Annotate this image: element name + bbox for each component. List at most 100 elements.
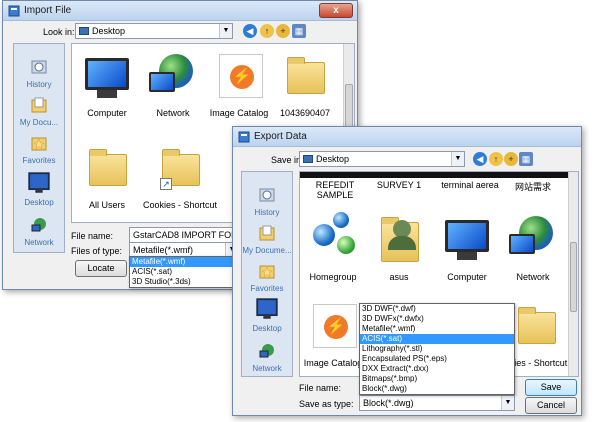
- file-item-image-catalog[interactable]: ⚡ Image Catalog: [300, 302, 366, 368]
- type-option[interactable]: Lithography(*.stl): [360, 344, 514, 354]
- file-label: Image Catalog: [303, 358, 363, 368]
- file-item-network[interactable]: Network: [140, 52, 206, 118]
- file-item-website-requirements[interactable]: 网站需求: [500, 180, 566, 193]
- file-item-1043690407[interactable]: 1043690407: [272, 52, 338, 118]
- place-label: Desktop: [252, 324, 282, 333]
- type-option[interactable]: ACIS(*.sat): [360, 334, 514, 344]
- file-item-computer[interactable]: Computer: [434, 208, 500, 282]
- favorites-icon: [259, 265, 275, 279]
- files-of-type-value: Metafile(*.wmf): [133, 245, 194, 255]
- place-favorites[interactable]: Favorites: [14, 134, 64, 165]
- type-option[interactable]: Encapsulated PS(*.eps): [360, 354, 514, 364]
- place-label: History: [254, 208, 280, 217]
- file-item-terminal-aerea[interactable]: terminal aerea: [434, 180, 506, 190]
- type-option[interactable]: DXX Extract(*.dxx): [360, 364, 514, 374]
- export-title-bar[interactable]: Export Data: [233, 127, 581, 147]
- type-option[interactable]: 3D DWF(*.dwf): [360, 304, 514, 314]
- export-scrollbar[interactable]: [568, 172, 578, 376]
- place-desktop[interactable]: Desktop: [242, 298, 292, 333]
- up-folder-icon[interactable]: ↑: [260, 24, 274, 38]
- type-option[interactable]: 3D Studio(*.3ds): [130, 277, 238, 287]
- place-label: Network: [252, 364, 282, 373]
- type-option[interactable]: Metafile(*.wmf): [130, 257, 238, 267]
- up-folder-icon[interactable]: ↑: [489, 152, 503, 166]
- homegroup-icon: [307, 208, 359, 268]
- file-item-network[interactable]: Network: [500, 208, 566, 282]
- new-folder-icon[interactable]: +: [504, 152, 518, 166]
- place-label: History: [26, 80, 52, 89]
- view-menu-icon[interactable]: ▦: [292, 24, 306, 38]
- place-my-documents[interactable]: My Docu...: [14, 96, 64, 127]
- type-option[interactable]: ACIS(*.sat): [130, 267, 238, 277]
- folder-shortcut-icon: [510, 302, 562, 354]
- file-label: asus: [389, 272, 409, 282]
- place-label: My Docu...: [19, 118, 59, 127]
- file-item-cookies-shortcut[interactable]: ↗ Cookies - Shortcut: [140, 144, 220, 210]
- app-icon: [8, 5, 20, 17]
- file-item-computer[interactable]: Computer: [74, 52, 140, 118]
- folder-shortcut-icon: ↗: [154, 144, 206, 196]
- save-in-combo[interactable]: Desktop ▼: [299, 151, 465, 167]
- chevron-down-icon: ▼: [501, 396, 514, 410]
- place-network[interactable]: Network: [14, 216, 64, 247]
- file-item-survey-1[interactable]: SURVEY 1: [366, 180, 432, 190]
- place-my-documents[interactable]: My Docume...: [242, 224, 292, 255]
- new-folder-icon[interactable]: +: [276, 24, 290, 38]
- place-label: Favorites: [22, 156, 56, 165]
- favorites-icon: [31, 137, 47, 151]
- computer-icon: [441, 208, 493, 268]
- file-label: Network: [156, 108, 190, 118]
- look-in-value: Desktop: [92, 26, 126, 36]
- place-history[interactable]: History: [14, 58, 64, 89]
- file-item-refedit-sample[interactable]: REFEDIT SAMPLE: [300, 180, 370, 200]
- place-favorites[interactable]: Favorites: [242, 262, 292, 293]
- folder-icon: [81, 144, 133, 196]
- file-name-field[interactable]: GstarCAD8 IMPORT FORMATS: [129, 227, 239, 243]
- save-button[interactable]: Save: [525, 379, 577, 396]
- network-globe-icon: [507, 208, 559, 268]
- desktop-folder-icon: [79, 27, 89, 35]
- documents-icon: [31, 97, 47, 113]
- type-option[interactable]: 3D DWFx(*.dwfx): [360, 314, 514, 324]
- scroll-thumb[interactable]: [570, 242, 577, 312]
- file-label: Homegroup: [309, 272, 357, 282]
- back-icon[interactable]: ◀: [473, 152, 487, 166]
- type-option[interactable]: Bitmaps(*.bmp): [360, 374, 514, 384]
- top-row-thumbnails: [300, 172, 570, 178]
- computer-icon: [81, 52, 133, 104]
- file-label: terminal aerea: [441, 180, 499, 190]
- image-catalog-icon: ⚡: [307, 302, 359, 354]
- files-of-type-dropdown: Metafile(*.wmf) ACIS(*.sat) 3D Studio(*.…: [129, 256, 239, 288]
- cancel-button[interactable]: Cancel: [525, 397, 577, 414]
- file-item-homegroup[interactable]: Homegroup: [300, 208, 366, 282]
- back-icon[interactable]: ◀: [243, 24, 257, 38]
- place-label: My Docume...: [242, 246, 292, 255]
- place-history[interactable]: History: [242, 186, 292, 217]
- user-folder-icon: [373, 208, 425, 268]
- file-label: REFEDIT SAMPLE: [315, 180, 355, 200]
- look-in-combo[interactable]: Desktop ▼: [75, 23, 233, 39]
- import-title-bar[interactable]: Import File x: [3, 1, 357, 21]
- file-label: 网站需求: [514, 182, 551, 192]
- place-label: Network: [24, 238, 54, 247]
- file-item-image-catalog[interactable]: ⚡ Image Catalog: [206, 52, 272, 118]
- close-button[interactable]: x: [319, 3, 353, 18]
- view-menu-icon[interactable]: ▦: [519, 152, 533, 166]
- look-in-label: Look in:: [43, 27, 75, 37]
- folder-icon: [279, 52, 331, 104]
- save-in-value: Desktop: [316, 154, 350, 164]
- place-desktop[interactable]: Desktop: [14, 172, 64, 207]
- type-option[interactable]: Metafile(*.wmf): [360, 324, 514, 334]
- file-label: Cookies - Shortcut: [142, 200, 218, 210]
- file-label: Image Catalog: [209, 108, 269, 118]
- desktop-icon: [28, 172, 50, 193]
- save-as-type-combo[interactable]: Block(*.dwg) ▼: [359, 395, 515, 411]
- desktop-icon: [256, 298, 278, 319]
- file-item-asus[interactable]: asus: [366, 208, 432, 282]
- chevron-down-icon: ▼: [451, 152, 464, 166]
- file-item-all-users[interactable]: All Users: [74, 144, 140, 210]
- place-network[interactable]: Network: [242, 342, 292, 373]
- type-option[interactable]: Block(*.dwg): [360, 384, 514, 394]
- file-label: Computer: [87, 108, 127, 118]
- locate-button[interactable]: Locate: [75, 260, 127, 277]
